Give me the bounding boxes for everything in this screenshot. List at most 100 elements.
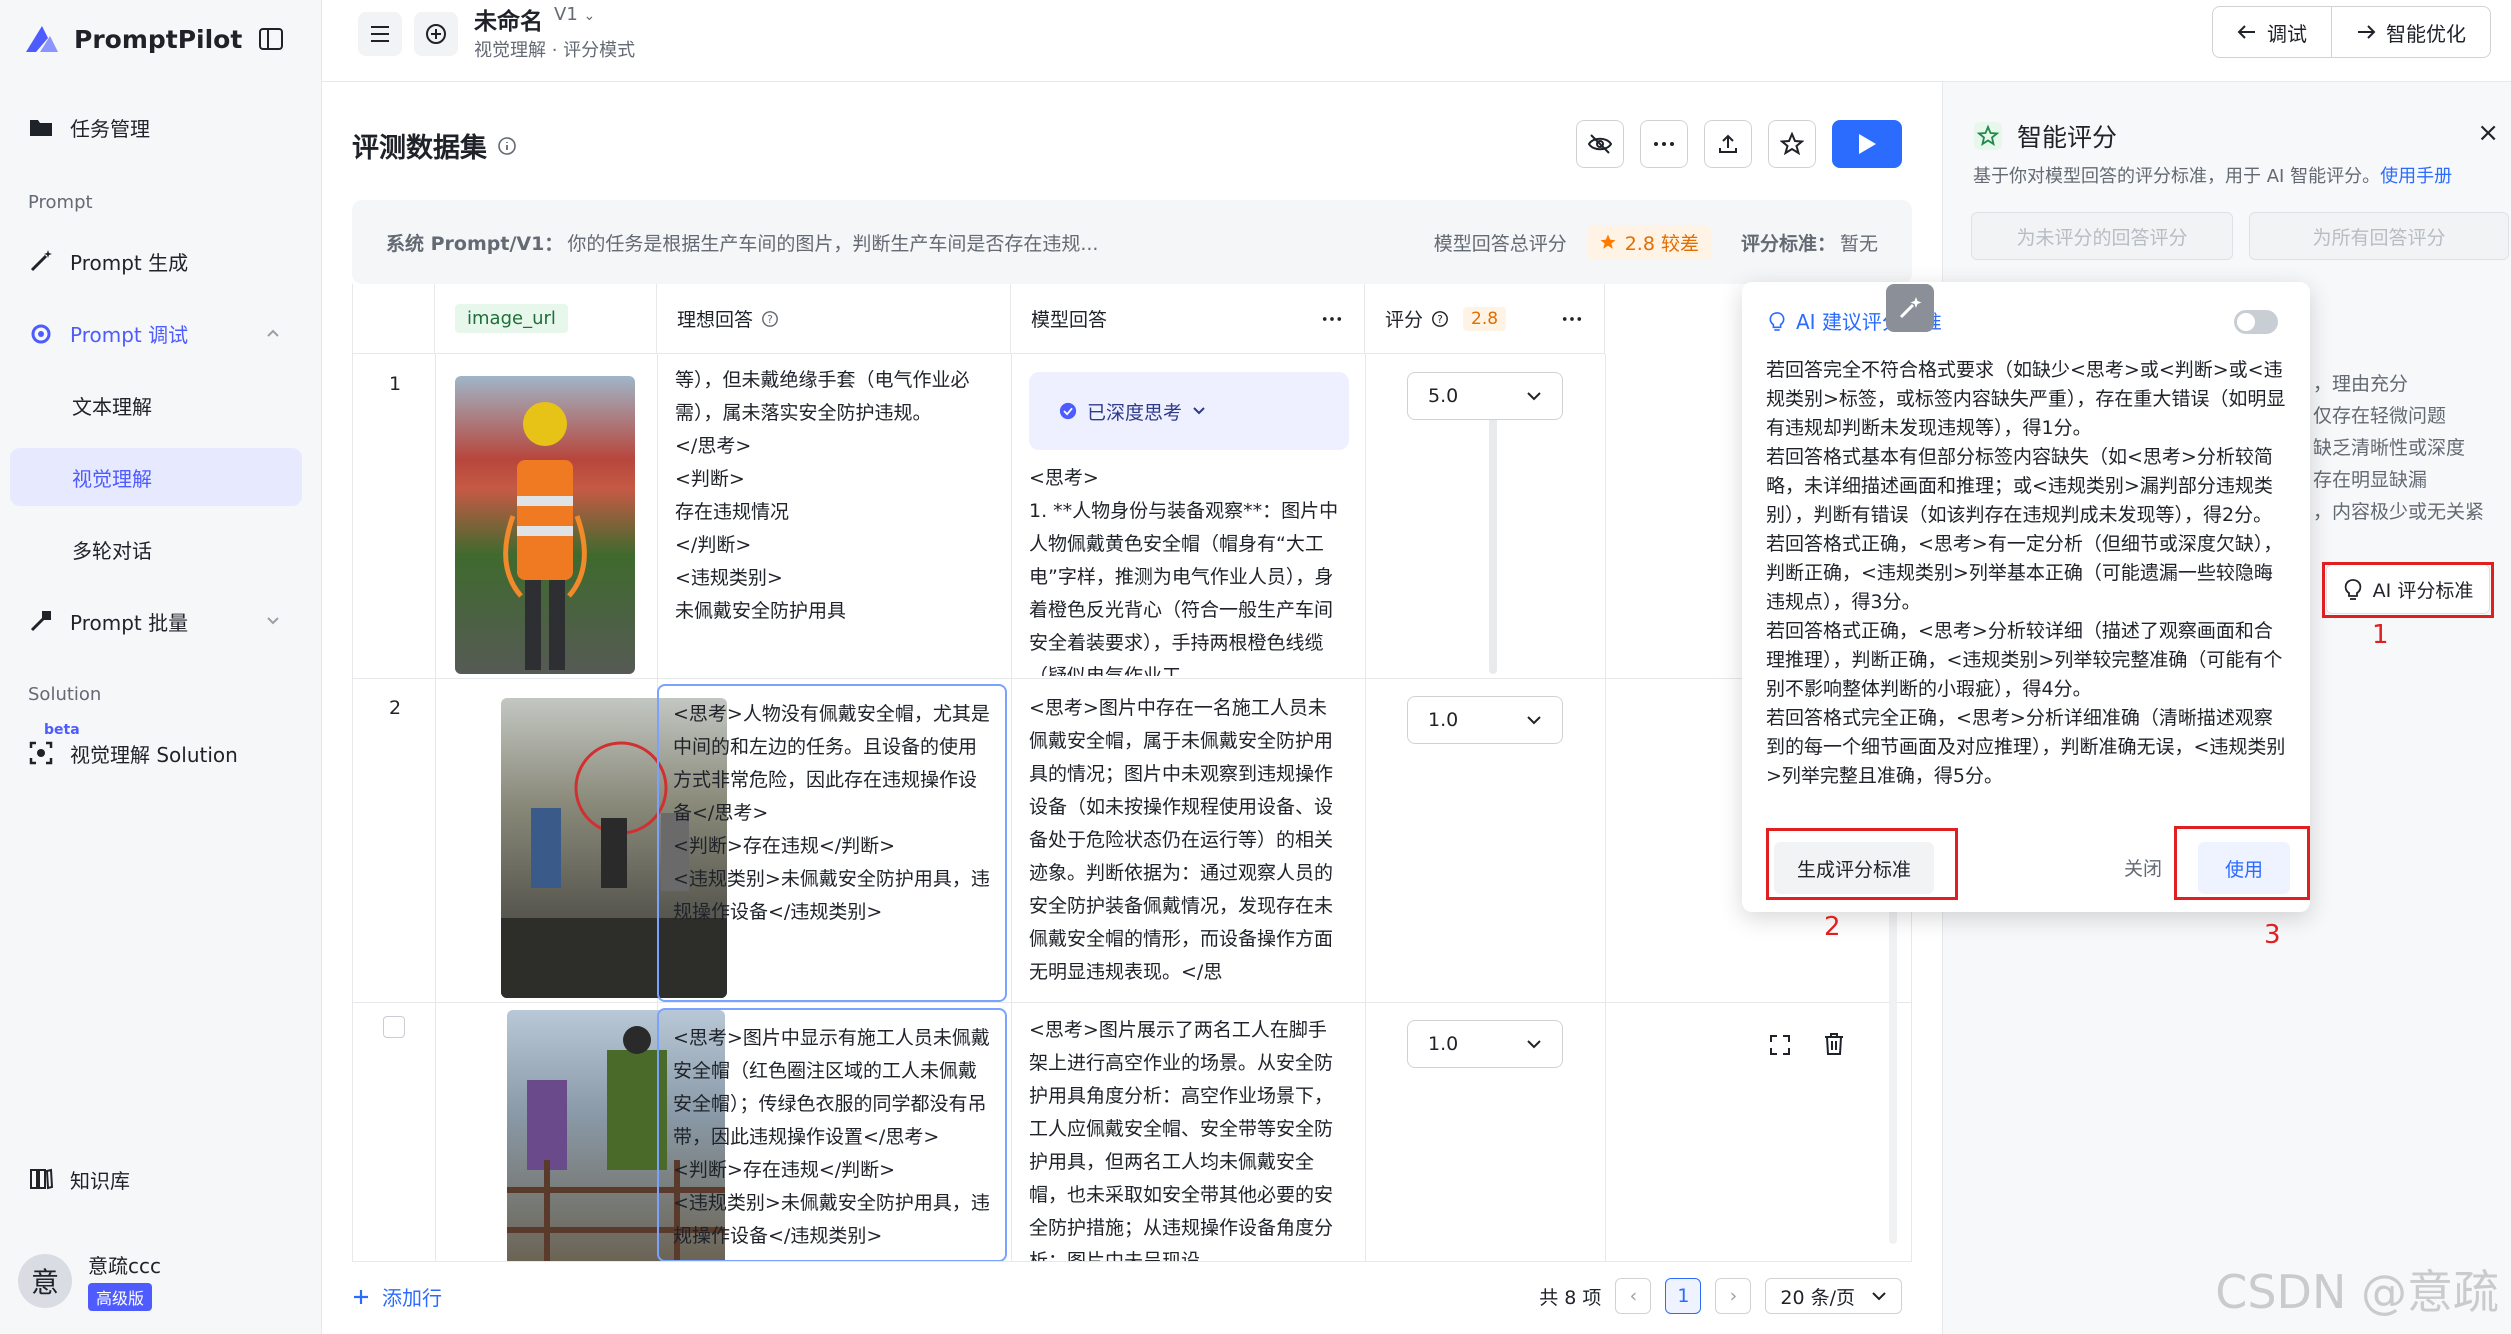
row-image-worker-vest[interactable] xyxy=(455,376,635,674)
sidebar-item-prompt-generate[interactable]: Prompt 生成 xyxy=(10,232,302,290)
model-answer-cell[interactable]: <思考>图片中存在一名施工人员未佩戴安全帽，属于未佩戴安全防护用具的情况；图片中… xyxy=(1029,692,1339,996)
criteria-toggle[interactable] xyxy=(2234,310,2278,334)
more-horizontal-icon[interactable] xyxy=(1322,316,1342,322)
page-title[interactable]: 未命名 xyxy=(474,2,543,36)
help-icon[interactable]: ? xyxy=(761,310,779,328)
score-average-badge: 2.8 xyxy=(1463,306,1507,331)
upload-icon xyxy=(1717,133,1739,155)
user-manual-link[interactable]: 使用手册 xyxy=(2380,166,2452,187)
header: 未命名 V1 ⌄ 视觉理解 · 评分模式 调试 智能优化 xyxy=(322,0,2511,82)
model-answer-cell[interactable]: <思考>图片展示了两名工人在脚手架上进行高空作业的场景。从安全防护用具角度分析：… xyxy=(1029,1014,1339,1261)
column-header-image-label: image_url xyxy=(455,304,568,333)
sidebar-item-label: 任务管理 xyxy=(70,116,150,141)
chevron-down-icon xyxy=(1871,1291,1887,1301)
prev-page-button[interactable]: ‹ xyxy=(1615,1278,1652,1314)
column-header-score[interactable]: 评分 ? 2.8 xyxy=(1365,284,1605,354)
sidebar-toggle-icon[interactable] xyxy=(258,26,284,52)
annotation-box-3 xyxy=(2174,826,2310,900)
menu-icon xyxy=(369,25,391,43)
deep-thinking-toggle[interactable]: 已深度思考 xyxy=(1029,372,1349,450)
arrow-right-icon xyxy=(2356,24,2376,40)
score-standard-label: 评分标准： xyxy=(1740,232,1836,255)
annotation-box-1 xyxy=(2322,562,2494,618)
pagination: 共 8 项 ‹ 1 › 20 条/页 xyxy=(1539,1278,1902,1314)
popover-close-button[interactable]: 关闭 xyxy=(2124,854,2162,881)
user-profile[interactable]: 意 意疏ccc 高级版 xyxy=(18,1250,161,1311)
column-divider xyxy=(1011,354,1012,1261)
more-horizontal-icon xyxy=(1653,141,1675,147)
column-header-ideal[interactable]: 理想回答 ? xyxy=(657,284,1011,354)
score-select[interactable]: 5.0 xyxy=(1407,372,1563,420)
add-button[interactable] xyxy=(414,12,458,56)
run-button[interactable] xyxy=(1832,120,1902,168)
trash-icon[interactable] xyxy=(1823,1032,1845,1056)
add-row-label: 添加行 xyxy=(382,1286,442,1310)
help-icon[interactable]: ? xyxy=(1431,310,1449,328)
svg-text:?: ? xyxy=(1437,313,1443,326)
magic-sparkle-button[interactable] xyxy=(1886,284,1934,332)
add-row-button[interactable]: 添加行 xyxy=(352,1282,442,1311)
page-button-current[interactable]: 1 xyxy=(1665,1278,1702,1314)
chevron-down-icon xyxy=(1526,391,1542,401)
group-label-solution: Solution xyxy=(28,684,102,705)
debug-button[interactable]: 调试 xyxy=(2213,7,2331,57)
sidebar-item-prompt-debug[interactable]: Prompt 调试 xyxy=(10,304,302,362)
hide-button[interactable] xyxy=(1576,120,1624,168)
menu-button[interactable] xyxy=(358,12,402,56)
info-icon[interactable] xyxy=(497,136,517,156)
criteria-fragment: ，内容极少或无关紧 xyxy=(2313,501,2485,523)
dataset-table: image_url 理想回答 ? 模型回答 评分 ? 2.8 1 等），但未戴绝… xyxy=(352,284,1912,1262)
sidebar-item-multi-turn[interactable]: 多轮对话 xyxy=(10,520,302,578)
header-actions: 调试 智能优化 xyxy=(2212,6,2491,58)
system-prompt-label: 系统 Prompt/V1： xyxy=(386,232,564,255)
sidebar: PromptPilot 任务管理 Prompt Prompt 生成 Prompt… xyxy=(0,0,322,1334)
criteria-text: 若回答完全不符合格式要求（如缺少<思考>或<判断>或<违规类别>标签，或标签内容… xyxy=(1766,359,2286,787)
version-select[interactable]: V1 ⌄ xyxy=(554,4,595,25)
close-panel-button[interactable]: × xyxy=(2477,118,2499,148)
sidebar-item-prompt-batch[interactable]: Prompt 批量 xyxy=(10,592,302,650)
upload-button[interactable] xyxy=(1704,120,1752,168)
favorite-button[interactable] xyxy=(1768,120,1816,168)
column-header-model-label: 模型回答 xyxy=(1031,309,1108,331)
ideal-answer-cell-editing[interactable]: <思考>图片中显示有施工人员未佩戴安全帽（红色圈注区域的工人未佩戴安全帽）；传绿… xyxy=(657,1008,1007,1261)
chevron-down-icon xyxy=(1526,1039,1542,1049)
star-badge-icon xyxy=(1973,121,2003,151)
expand-icon[interactable] xyxy=(1769,1034,1791,1056)
more-button[interactable] xyxy=(1640,120,1688,168)
score-unscored-button[interactable]: 为未评分的回答评分 xyxy=(1971,212,2233,260)
sidebar-item-text-understanding[interactable]: 文本理解 xyxy=(10,376,302,434)
chevron-down-icon xyxy=(1192,406,1206,416)
page-size-select[interactable]: 20 条/页 xyxy=(1765,1278,1902,1314)
model-answer-cell[interactable]: 已深度思考 <思考> 1. **人物身份与装备观察**：图片中人物佩戴黄色安全帽… xyxy=(1029,372,1349,676)
sidebar-item-task-management[interactable]: 任务管理 xyxy=(10,98,302,156)
sidebar-item-visual-understanding[interactable]: 视觉理解 xyxy=(10,448,302,506)
sidebar-item-knowledge-base[interactable]: 知识库 xyxy=(10,1150,302,1208)
ideal-answer-cell[interactable]: 等），但未戴绝缘手套（电气作业必需），属未落实安全防护违规。 </思考> <判断… xyxy=(675,364,985,674)
version-label: V1 xyxy=(554,4,578,25)
star-filled-icon xyxy=(1599,233,1617,251)
logo[interactable]: PromptPilot xyxy=(22,22,242,56)
chevron-down-icon xyxy=(1526,715,1542,725)
row-checkbox[interactable] xyxy=(383,1016,405,1038)
system-prompt-bar[interactable]: 系统 Prompt/V1： 你的任务是根据生产车间的图片，判断生产车间是否存在违… xyxy=(352,200,1912,284)
sidebar-item-visual-solution[interactable]: 视觉理解 Solution xyxy=(10,724,302,782)
ideal-answer-cell-editing[interactable]: <思考>人物没有佩戴安全帽，尤其是中间的和左边的任务。且设备的使用方式非常危险，… xyxy=(657,684,1007,1002)
scan-icon xyxy=(28,740,54,766)
smart-scoring-desc-text: 基于你对模型回答的评分标准，用于 AI 智能评分。 xyxy=(1973,166,2381,187)
annotation-number-1: 1 xyxy=(2372,620,2389,650)
total-score-label: 模型回答总评分 xyxy=(1433,232,1567,255)
column-header-image[interactable]: image_url xyxy=(435,284,657,354)
folder-icon xyxy=(28,115,54,139)
more-horizontal-icon[interactable] xyxy=(1562,316,1582,322)
score-select[interactable]: 1.0 xyxy=(1407,696,1563,744)
group-label-prompt: Prompt xyxy=(28,192,93,213)
column-header-model[interactable]: 模型回答 xyxy=(1011,284,1365,354)
sidebar-item-label: 多轮对话 xyxy=(72,538,152,563)
score-all-button[interactable]: 为所有回答评分 xyxy=(2249,212,2509,260)
sparkle-wand-icon xyxy=(1896,294,1924,322)
optimize-button[interactable]: 智能优化 xyxy=(2331,7,2490,57)
next-page-button[interactable]: › xyxy=(1715,1278,1752,1314)
bulb-icon xyxy=(1768,310,1786,332)
play-icon xyxy=(1856,132,1878,156)
score-select[interactable]: 1.0 xyxy=(1407,1020,1563,1068)
